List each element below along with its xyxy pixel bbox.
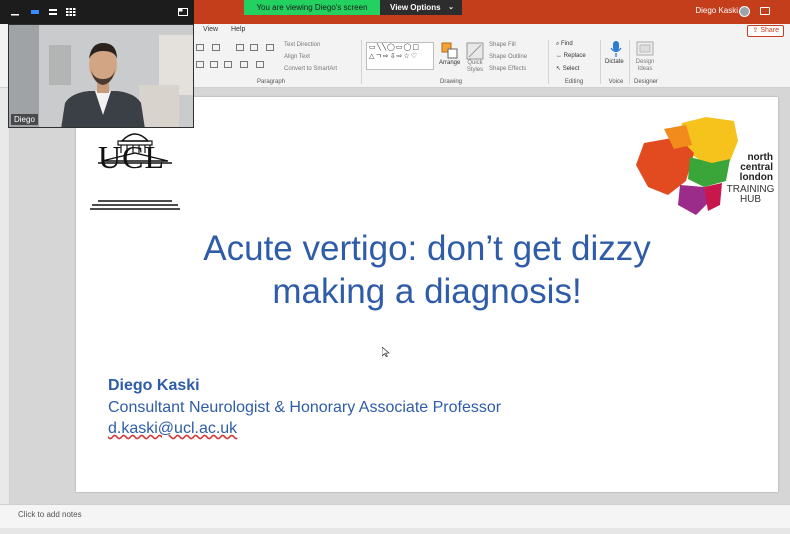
align-left-icon[interactable] bbox=[196, 61, 204, 68]
dictate-button[interactable]: Dictate bbox=[605, 59, 624, 65]
find-button[interactable]: ⌕ Find bbox=[556, 41, 573, 48]
slide[interactable]: UCL north central london TRAINING HUB Ac… bbox=[76, 97, 778, 492]
slide-title[interactable]: Acute vertigo: don’t get dizzy making a … bbox=[76, 227, 778, 313]
chevron-down-icon: ⌄ bbox=[448, 4, 454, 11]
shape-fill-button[interactable]: Shape Fill bbox=[489, 42, 516, 48]
align-center-icon[interactable] bbox=[210, 61, 218, 68]
voice-group-label: Voice bbox=[608, 79, 624, 85]
ncl-logo-text: north central london TRAINING HUB bbox=[634, 115, 775, 220]
strip-view-icon[interactable] bbox=[48, 8, 58, 16]
view-options-label: View Options bbox=[390, 3, 441, 12]
presenter-email-link[interactable]: d.kaski@ucl.ac.uk bbox=[108, 418, 501, 439]
window-mode-icon[interactable] bbox=[760, 7, 770, 15]
bullets-icon[interactable] bbox=[196, 44, 204, 51]
tab-view[interactable]: View bbox=[203, 26, 218, 33]
replace-icon: ↔ bbox=[556, 53, 564, 59]
replace-label: Replace bbox=[563, 53, 586, 59]
participant-video-feed bbox=[9, 25, 193, 127]
line-spacing-icon[interactable] bbox=[266, 44, 274, 51]
select-button[interactable]: ↖ Select bbox=[556, 65, 579, 72]
share-button[interactable]: ⇪ Share bbox=[747, 25, 784, 37]
design-ideas-button[interactable]: Design Ideas bbox=[634, 59, 656, 73]
presenter-block[interactable]: Diego Kaski Consultant Neurologist & Hon… bbox=[108, 375, 501, 439]
notes-pane[interactable]: Click to add notes bbox=[0, 504, 790, 528]
status-bar bbox=[0, 528, 790, 534]
justify-icon[interactable] bbox=[240, 61, 248, 68]
decrease-indent-icon[interactable] bbox=[236, 44, 244, 51]
designer-group-label: Designer bbox=[633, 79, 658, 85]
presenter-role: Consultant Neurologist & Honorary Associ… bbox=[108, 399, 502, 416]
ucl-logo-text: UCL bbox=[98, 139, 165, 175]
tab-help[interactable]: Help bbox=[231, 26, 245, 33]
separator bbox=[600, 40, 601, 84]
separator bbox=[548, 40, 549, 84]
select-label: Select bbox=[562, 66, 580, 72]
account-name[interactable]: Diego Kaski bbox=[695, 6, 738, 15]
columns-icon[interactable] bbox=[256, 61, 264, 68]
shape-outline-button[interactable]: Shape Outline bbox=[489, 54, 527, 60]
notes-placeholder: Click to add notes bbox=[18, 510, 82, 519]
participant-video[interactable]: Diego bbox=[8, 24, 194, 128]
presenter-name: Diego Kaski bbox=[108, 377, 200, 394]
align-text-button[interactable]: Align Text bbox=[284, 54, 310, 60]
replace-button[interactable]: ↔ Replace bbox=[556, 53, 586, 59]
text-direction-button[interactable]: Text Direction bbox=[284, 42, 320, 48]
minimize-video-icon[interactable] bbox=[10, 8, 20, 16]
arrange-button[interactable]: Arrange bbox=[439, 60, 460, 66]
share-icon: ⇪ bbox=[752, 27, 759, 34]
drawing-group-label: Drawing bbox=[439, 79, 462, 85]
shapes-gallery[interactable]: ▭╲╲◯▭◯□ △ㄱ⇨⇩⇨☆♡ bbox=[366, 42, 434, 70]
separator bbox=[629, 40, 630, 84]
quick-styles-button[interactable]: Quick Styles bbox=[464, 60, 486, 74]
design-ideas-icon[interactable] bbox=[636, 40, 654, 58]
paragraph-group-label: Paragraph bbox=[256, 79, 286, 85]
select-icon: ↖ bbox=[556, 66, 563, 72]
avatar[interactable] bbox=[739, 6, 750, 17]
convert-smartart-button[interactable]: Convert to SmartArt bbox=[284, 66, 337, 72]
microphone-icon[interactable] bbox=[607, 40, 625, 58]
quick-styles-icon[interactable] bbox=[466, 42, 484, 60]
shape-effects-button[interactable]: Shape Effects bbox=[489, 66, 526, 72]
slide-thumbnail-strip[interactable] bbox=[0, 88, 10, 504]
numbering-icon[interactable] bbox=[212, 44, 220, 51]
slide-title-line2: making a diagnosis! bbox=[272, 272, 582, 311]
align-right-icon[interactable] bbox=[224, 61, 232, 68]
ncl-logo-line3: london bbox=[739, 172, 773, 183]
view-options-button[interactable]: View Options ⌄ bbox=[380, 0, 462, 15]
mouse-cursor-icon bbox=[382, 347, 390, 357]
ncl-logo-line5: HUB bbox=[739, 194, 762, 205]
layout-toggle-icon[interactable] bbox=[178, 8, 188, 16]
participant-name-label: Diego bbox=[11, 114, 38, 125]
screen-share-banner: You are viewing Diego's screen bbox=[244, 0, 380, 15]
share-label: Share bbox=[760, 27, 779, 34]
separator bbox=[361, 40, 362, 84]
ncl-logo-name: north central london bbox=[731, 153, 773, 183]
find-label: Find bbox=[561, 41, 573, 47]
increase-indent-icon[interactable] bbox=[250, 44, 258, 51]
arrange-icon[interactable] bbox=[441, 42, 459, 60]
zoom-toolbar bbox=[0, 0, 194, 24]
speaker-view-icon[interactable] bbox=[30, 8, 40, 16]
gallery-view-icon[interactable] bbox=[66, 8, 76, 16]
editing-group-label: Editing bbox=[564, 79, 584, 85]
slide-title-line1: Acute vertigo: don’t get dizzy bbox=[203, 229, 651, 268]
ncl-logo-subtitle: TRAINING HUB bbox=[726, 185, 775, 205]
